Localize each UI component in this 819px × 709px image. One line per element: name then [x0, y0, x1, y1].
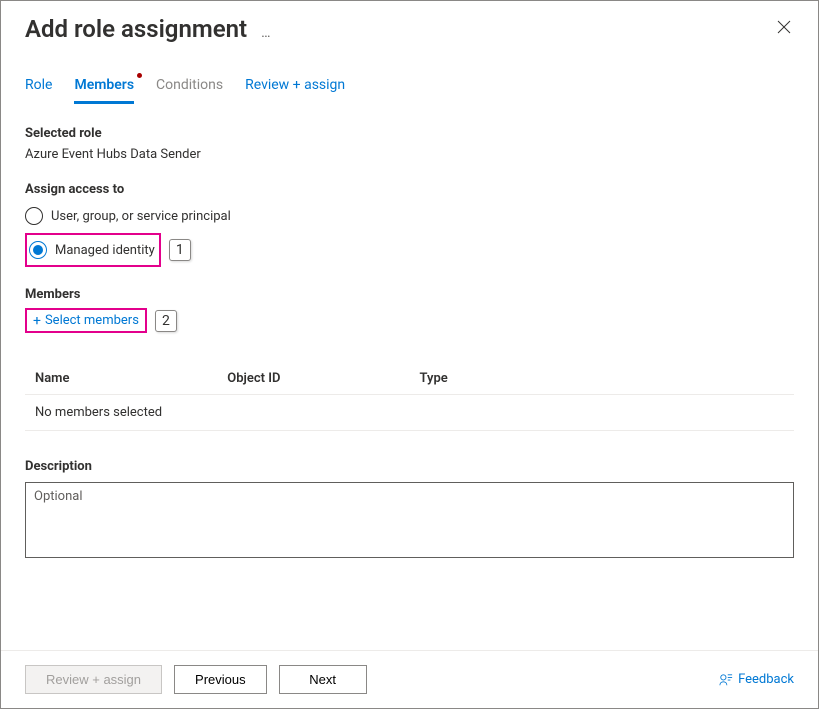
- more-actions-button[interactable]: …: [261, 25, 271, 41]
- radio-managed-identity[interactable]: Managed identity: [29, 237, 155, 263]
- tab-body-members: Selected role Azure Event Hubs Data Send…: [1, 104, 818, 650]
- callout-highlight-select-members: + Select members: [25, 308, 147, 333]
- selected-role-label: Selected role: [25, 126, 794, 141]
- callout-badge-2: 2: [155, 310, 177, 332]
- tab-dirty-indicator-icon: [137, 73, 142, 78]
- members-label: Members: [25, 287, 794, 302]
- close-button[interactable]: [774, 17, 794, 37]
- column-type: Type: [410, 363, 795, 395]
- members-table-header-row: Name Object ID Type: [25, 363, 794, 395]
- description-label: Description: [25, 459, 794, 474]
- callout-badge-1: 1: [169, 239, 191, 261]
- radio-managed-identity-label: Managed identity: [55, 243, 155, 258]
- radio-icon: [25, 207, 43, 225]
- members-empty-row: No members selected: [25, 395, 794, 431]
- close-icon: [777, 20, 791, 34]
- feedback-label: Feedback: [738, 672, 794, 687]
- radio-user-group-sp[interactable]: User, group, or service principal: [25, 203, 794, 229]
- members-table: Name Object ID Type No members selected: [25, 363, 794, 431]
- callout-highlight-managed-identity: Managed identity: [25, 233, 161, 267]
- radio-icon: [29, 241, 47, 259]
- add-role-assignment-pane: Add role assignment … Role Members Condi…: [0, 0, 819, 709]
- pane-footer: Review + assign Previous Next Feedback: [1, 650, 818, 708]
- previous-button[interactable]: Previous: [174, 665, 267, 694]
- column-object-id: Object ID: [217, 363, 409, 395]
- pane-header: Add role assignment …: [1, 1, 818, 47]
- tab-members[interactable]: Members: [74, 77, 134, 104]
- assign-access-radio-group: User, group, or service principal Manage…: [25, 203, 794, 267]
- next-button[interactable]: Next: [279, 665, 367, 694]
- tab-members-label: Members: [74, 77, 134, 93]
- plus-icon: +: [33, 314, 41, 328]
- assign-access-label: Assign access to: [25, 182, 794, 197]
- select-members-label: Select members: [45, 313, 139, 328]
- description-input[interactable]: [25, 482, 794, 558]
- select-members-button[interactable]: + Select members: [33, 313, 139, 328]
- tab-bar: Role Members Conditions Review + assign: [1, 47, 818, 104]
- review-assign-button: Review + assign: [25, 665, 162, 694]
- page-title: Add role assignment: [25, 15, 247, 43]
- feedback-icon: [719, 673, 733, 687]
- feedback-link[interactable]: Feedback: [719, 672, 794, 687]
- selected-role-value: Azure Event Hubs Data Sender: [25, 147, 794, 162]
- radio-user-group-sp-label: User, group, or service principal: [51, 209, 231, 224]
- members-empty-text: No members selected: [25, 395, 794, 431]
- column-name: Name: [25, 363, 217, 395]
- tab-review-assign[interactable]: Review + assign: [245, 77, 345, 104]
- tab-conditions: Conditions: [156, 77, 223, 104]
- tab-role[interactable]: Role: [25, 77, 52, 104]
